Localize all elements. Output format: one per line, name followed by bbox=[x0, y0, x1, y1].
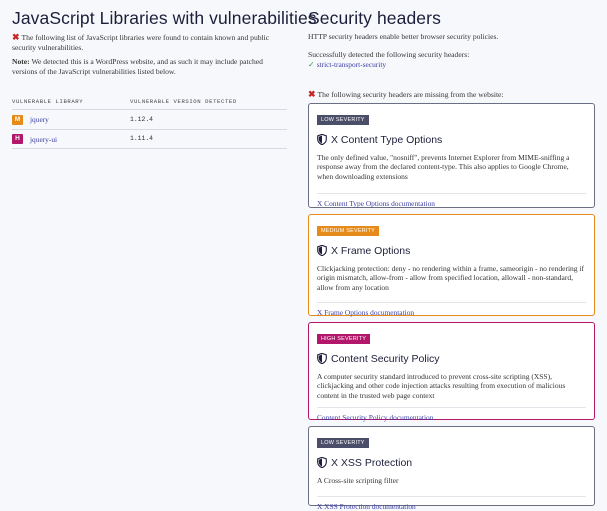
library-link-jquery-ui[interactable]: jquery-ui bbox=[30, 134, 57, 143]
header-name: X XSS Protection bbox=[331, 456, 413, 469]
header-title: X XSS Protection bbox=[317, 457, 586, 469]
js-libraries-section: JavaScript Libraries with vulnerabilitie… bbox=[12, 8, 317, 149]
js-intro: ✖ The following list of JavaScript librar… bbox=[12, 32, 287, 52]
shield-icon bbox=[317, 134, 327, 146]
documentation-link[interactable]: X XSS Protection documentation bbox=[317, 495, 586, 511]
severity-badge: LOW SEVERITY bbox=[317, 437, 369, 448]
table-row: Mjquery 1.12.4 bbox=[12, 109, 287, 130]
table-header-row: VULNERABLE LIBRARY VULNERABLE VERSION DE… bbox=[12, 98, 287, 111]
present-header: ✓ strict-transport-security bbox=[308, 60, 595, 69]
header-description: A Cross-site scripting filter bbox=[317, 475, 399, 485]
header-card-content-security-policy: HIGH SEVERITY Content Security Policy A … bbox=[308, 321, 595, 422]
vulnerable-libraries-table: VULNERABLE LIBRARY VULNERABLE VERSION DE… bbox=[12, 98, 287, 149]
security-headers-section: Security headers HTTP security headers e… bbox=[308, 8, 595, 511]
header-title: Content Security Policy bbox=[317, 353, 586, 365]
version-cell: 1.12.4 bbox=[130, 109, 287, 130]
note-label: Note: bbox=[12, 57, 30, 67]
documentation-link[interactable]: X Frame Options documentation bbox=[317, 301, 586, 317]
wordpress-note: Note: We detected this is a WordPress we… bbox=[12, 57, 287, 76]
header-card-x-content-type-options: LOW SEVERITY X Content Type Options The … bbox=[308, 102, 595, 208]
present-header-name[interactable]: strict-transport-security bbox=[317, 60, 386, 69]
security-subtitle: HTTP security headers enable better brow… bbox=[308, 32, 499, 41]
documentation-link[interactable]: Content Security Policy documentation bbox=[317, 406, 586, 422]
security-headers-title: Security headers bbox=[308, 8, 441, 28]
missing-text: ✖ The following security headers are miss… bbox=[308, 89, 595, 100]
shield-icon bbox=[317, 457, 327, 469]
severity-badge: LOW SEVERITY bbox=[317, 114, 369, 125]
error-x-icon: ✖ bbox=[308, 89, 316, 100]
header-description: Clickjacking protection: deny - no rende… bbox=[317, 263, 585, 292]
header-name: Content Security Policy bbox=[331, 352, 440, 365]
error-x-icon: ✖ bbox=[12, 32, 20, 42]
header-name: X Content Type Options bbox=[331, 133, 443, 146]
library-cell: Mjquery bbox=[12, 109, 130, 130]
high-badge: H bbox=[12, 133, 23, 144]
severity-badge: HIGH SEVERITY bbox=[317, 333, 371, 344]
header-card-x-xss-protection: LOW SEVERITY X XSS Protection A Cross-si… bbox=[308, 425, 595, 511]
detected-text: Successfully detected the following secu… bbox=[308, 49, 470, 59]
header-card-x-frame-options: MEDIUM SEVERITY X Frame Options Clickjac… bbox=[308, 213, 595, 317]
library-cell: Hjquery-ui bbox=[12, 129, 130, 149]
header-title: X Frame Options bbox=[317, 245, 586, 257]
js-libraries-title: JavaScript Libraries with vulnerabilitie… bbox=[12, 8, 317, 28]
header-description: A computer security standard introduced … bbox=[317, 371, 566, 400]
col-library: VULNERABLE LIBRARY bbox=[12, 98, 130, 111]
severity-badge: MEDIUM SEVERITY bbox=[317, 225, 380, 236]
header-description: The only defined value, "nosniff", preve… bbox=[317, 152, 570, 181]
header-title: X Content Type Options bbox=[317, 134, 586, 146]
documentation-link[interactable]: X Content Type Options documentation bbox=[317, 192, 586, 208]
table-row: Hjquery-ui 1.11.4 bbox=[12, 129, 287, 149]
shield-icon bbox=[317, 353, 327, 365]
js-intro-text: The following list of JavaScript librari… bbox=[12, 33, 270, 52]
missing-text-label: The following security headers are missi… bbox=[317, 90, 504, 100]
version-cell: 1.11.4 bbox=[130, 129, 287, 149]
shield-icon bbox=[317, 245, 327, 257]
header-name: X Frame Options bbox=[331, 244, 411, 257]
check-icon: ✓ bbox=[308, 60, 315, 70]
library-link-jquery[interactable]: jquery bbox=[30, 115, 49, 124]
col-version: VULNERABLE VERSION DETECTED bbox=[130, 98, 287, 111]
medium-badge: M bbox=[12, 114, 23, 125]
note-text: We detected this is a WordPress website,… bbox=[12, 57, 263, 76]
